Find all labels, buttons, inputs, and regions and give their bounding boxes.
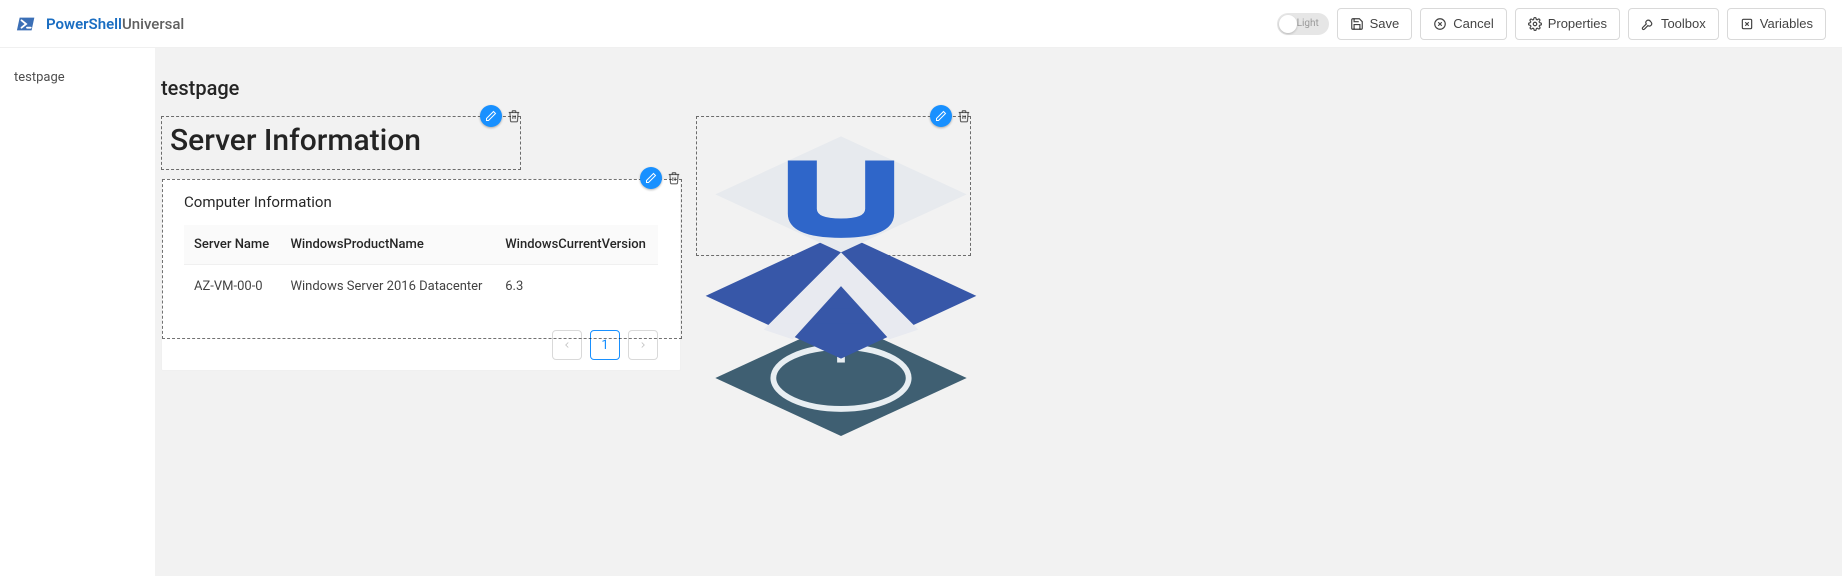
properties-label: Properties — [1548, 16, 1607, 31]
edit-widget-button[interactable] — [930, 105, 952, 127]
variables-button[interactable]: Variables — [1727, 8, 1826, 40]
toolbox-button[interactable]: Toolbox — [1628, 8, 1719, 40]
table-row: AZ-VM-00-0 Windows Server 2016 Datacente… — [184, 265, 658, 309]
delete-widget-button[interactable] — [506, 108, 522, 124]
widget-tools — [640, 167, 682, 189]
brand-part1: PowerShell — [46, 15, 122, 33]
sidebar: testpage — [0, 48, 155, 576]
card-title: Computer Information — [162, 179, 680, 221]
page-next-button[interactable] — [628, 330, 658, 360]
edit-widget-button[interactable] — [640, 167, 662, 189]
cancel-button[interactable]: Cancel — [1420, 8, 1506, 40]
widget-tools — [930, 105, 972, 127]
layout: testpage testpage Server Information — [0, 48, 1842, 576]
cancel-label: Cancel — [1453, 16, 1493, 31]
chevron-left-icon — [562, 340, 572, 350]
card-widget[interactable]: Computer Information Server Name Windows… — [161, 178, 681, 371]
app-logo-icon — [16, 13, 38, 35]
ua-logo-image — [691, 126, 991, 456]
info-table: Server Name WindowsProductName WindowsCu… — [184, 225, 658, 308]
variables-label: Variables — [1760, 16, 1813, 31]
brand: PowerShellUniversal — [16, 13, 184, 35]
save-button[interactable]: Save — [1337, 8, 1413, 40]
page-number-label: 1 — [601, 338, 608, 353]
save-label: Save — [1370, 16, 1400, 31]
trash-icon — [507, 109, 521, 123]
top-bar: PowerShellUniversal Light Save Cancel Pr… — [0, 0, 1842, 48]
page-prev-button[interactable] — [552, 330, 582, 360]
edit-widget-button[interactable] — [480, 105, 502, 127]
cancel-icon — [1433, 17, 1447, 31]
delete-widget-button[interactable] — [956, 108, 972, 124]
cell-server-name: AZ-VM-00-0 — [184, 265, 280, 309]
page-title: testpage — [161, 76, 1842, 100]
brand-part2: Universal — [122, 15, 184, 33]
col-product-name: WindowsProductName — [280, 225, 495, 265]
col-current-version: WindowsCurrentVersion — [495, 225, 658, 265]
theme-toggle[interactable]: Light — [1277, 13, 1329, 35]
pagination: 1 — [162, 324, 680, 370]
canvas: testpage Server Information — [155, 48, 1842, 576]
top-actions: Light Save Cancel Properties Toolbox Var… — [1277, 8, 1826, 40]
canvas-inner: Server Information Computer Information — [161, 116, 1842, 536]
pencil-icon — [645, 172, 657, 184]
properties-button[interactable]: Properties — [1515, 8, 1620, 40]
delete-widget-button[interactable] — [666, 170, 682, 186]
trash-icon — [957, 109, 971, 123]
variables-icon — [1740, 17, 1754, 31]
trash-icon — [667, 171, 681, 185]
page-number-button[interactable]: 1 — [590, 330, 620, 360]
heading-text: Server Information — [162, 117, 520, 164]
ua-logo-icon — [696, 126, 986, 456]
card-body: Server Name WindowsProductName WindowsCu… — [162, 221, 680, 324]
chevron-right-icon — [638, 340, 648, 350]
sidebar-item-label: testpage — [14, 70, 65, 85]
cell-product: Windows Server 2016 Datacenter — [280, 265, 495, 309]
widget-tools — [480, 105, 522, 127]
wrench-icon — [1641, 17, 1655, 31]
theme-toggle-label: Light — [1297, 18, 1319, 29]
toolbox-label: Toolbox — [1661, 16, 1706, 31]
save-icon — [1350, 17, 1364, 31]
pencil-icon — [485, 110, 497, 122]
heading-widget[interactable]: Server Information — [161, 116, 521, 170]
pencil-icon — [935, 110, 947, 122]
sidebar-item-testpage[interactable]: testpage — [0, 66, 155, 89]
cell-version: 6.3 — [495, 265, 658, 309]
gear-icon — [1528, 17, 1542, 31]
col-server-name: Server Name — [184, 225, 280, 265]
